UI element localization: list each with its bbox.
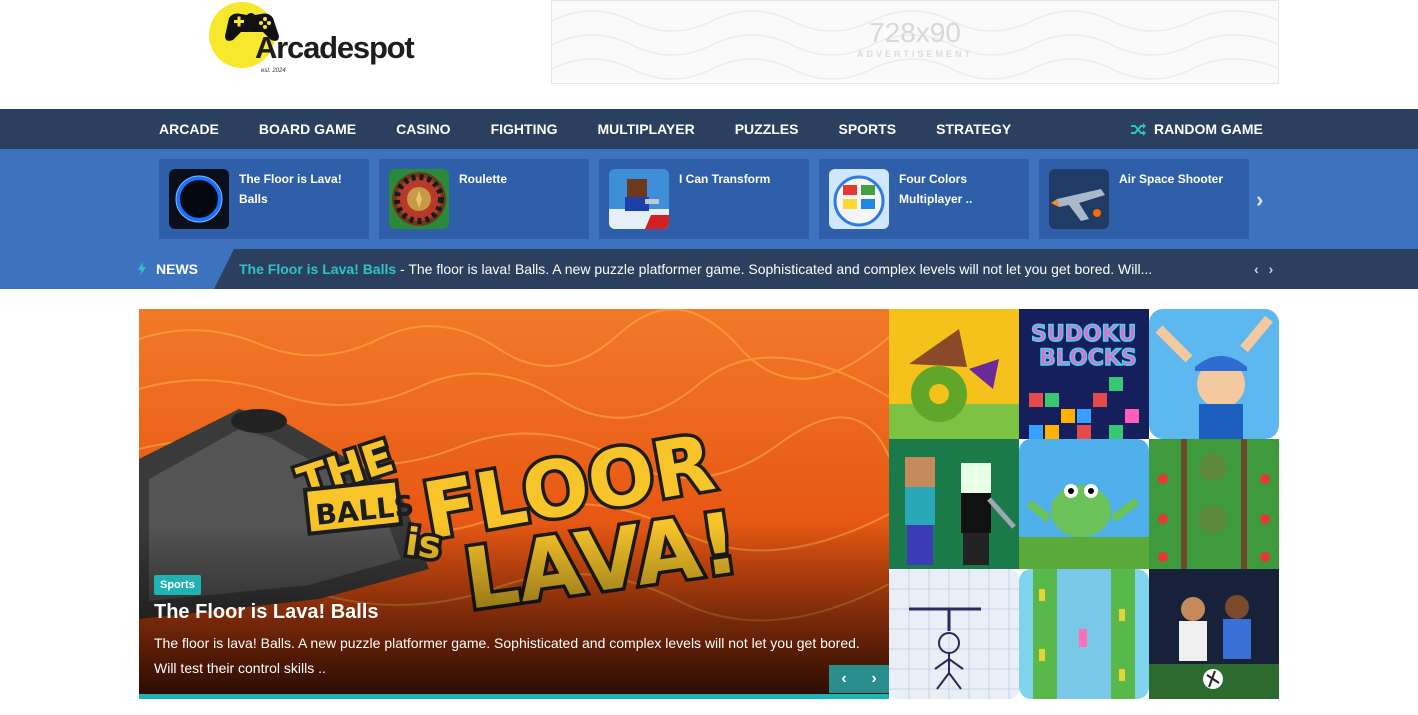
game-tile-painter[interactable] — [1149, 309, 1279, 439]
game-tile-flappy-path[interactable] — [1019, 569, 1149, 699]
featured-card-four-colors[interactable]: Four Colors Multiplayer .. — [819, 159, 1029, 239]
news-ticker: NEWS The Floor is Lava! Balls - The floo… — [0, 249, 1418, 289]
nav-item-multiplayer[interactable]: MULTIPLAYER — [577, 109, 714, 149]
logo-est: est. 2024 — [261, 68, 286, 74]
featured-thumb — [1049, 169, 1109, 229]
hero-category-badge[interactable]: Sports — [154, 575, 201, 595]
featured-title: I Can Transform — [679, 172, 771, 186]
nav-item-strategy[interactable]: STRATEGY — [916, 109, 1031, 149]
game-tile-witch-donut[interactable] — [889, 309, 1019, 439]
ad-size-label: 728x90 — [869, 17, 961, 48]
featured-card-roulette[interactable]: Roulette — [379, 159, 589, 239]
game-tile-noob-hacker[interactable] — [889, 439, 1019, 569]
featured-thumb — [829, 169, 889, 229]
ticker-next-icon[interactable]: › — [1269, 249, 1274, 289]
hero-prev-icon[interactable]: ‹ — [829, 665, 859, 693]
random-game-label: RANDOM GAME — [1154, 121, 1263, 137]
ticker-headline[interactable]: The Floor is Lava! Balls - The floor is … — [239, 249, 1152, 289]
game-tile-hangman[interactable] — [889, 569, 1019, 699]
ticker-label-bg — [0, 249, 234, 289]
hero-slider[interactable]: THE FLOOR is LAVA! BALLS Sports The Floo… — [139, 309, 889, 699]
featured-card-air-space-shooter[interactable]: Air Space Shooter — [1039, 159, 1249, 239]
featured-title: Four Colors Multiplayer .. — [899, 172, 973, 206]
hero-next-icon[interactable]: › — [859, 665, 889, 693]
game-tile-frog-road[interactable] — [1149, 439, 1279, 569]
nav-item-casino[interactable]: CASINO — [376, 109, 470, 149]
logo-text: Arcadespot — [255, 30, 415, 65]
featured-title: Roulette — [459, 172, 507, 186]
random-game-button[interactable]: RANDOM GAME — [1131, 109, 1263, 149]
featured-strip: The Floor is Lava! Balls Roulette I Can … — [0, 149, 1418, 249]
featured-card-i-can-transform[interactable]: I Can Transform — [599, 159, 809, 239]
site-logo[interactable]: Arcadespot est. 2024 — [209, 0, 439, 80]
featured-thumb — [389, 169, 449, 229]
hero-title[interactable]: The Floor is Lava! Balls — [154, 601, 379, 624]
hero-progress-bar — [139, 694, 889, 699]
ticker-body: - The floor is lava! Balls. A new puzzle… — [396, 261, 1153, 277]
nav-item-sports[interactable]: SPORTS — [818, 109, 916, 149]
game-tile-frog-jump[interactable] — [1019, 439, 1149, 569]
featured-thumb — [609, 169, 669, 229]
nav-item-board-game[interactable]: BOARD GAME — [239, 109, 376, 149]
featured-card-floor-lava[interactable]: The Floor is Lava! Balls — [159, 159, 369, 239]
ticker-link[interactable]: The Floor is Lava! Balls — [239, 261, 396, 277]
nav-item-puzzles[interactable]: PUZZLES — [715, 109, 819, 149]
game-grid: SUDOKU BLOCKS — [889, 309, 1279, 699]
hero-description: The floor is lava! Balls. A new puzzle p… — [154, 635, 860, 676]
strip-next-arrow-icon[interactable]: › — [1256, 187, 1263, 213]
hero-nav: ‹ › — [829, 665, 889, 693]
news-label-text: NEWS — [156, 261, 198, 277]
featured-title: Air Space Shooter — [1119, 172, 1224, 186]
featured-thumb — [169, 169, 229, 229]
game-tile-soccer[interactable] — [1149, 569, 1279, 699]
nav-item-fighting[interactable]: FIGHTING — [471, 109, 578, 149]
game-tile-sudoku-blocks[interactable]: SUDOKU BLOCKS — [1019, 309, 1149, 439]
ad-label: ADVERTISEMENT — [856, 49, 973, 59]
shuffle-icon — [1131, 122, 1146, 136]
main-nav: ARCADE BOARD GAME CASINO FIGHTING MULTIP… — [0, 109, 1418, 149]
featured-title: The Floor is Lava! Balls — [239, 172, 342, 206]
news-label: NEWS — [138, 249, 198, 289]
tile-text-sudoku: SUDOKU — [1031, 322, 1136, 347]
nav-item-arcade[interactable]: ARCADE — [139, 109, 239, 149]
ad-banner[interactable]: 728x90 ADVERTISEMENT — [551, 0, 1279, 84]
ticker-arrows: ‹ › — [1254, 249, 1273, 289]
tile-text-blocks: BLOCKS — [1039, 346, 1137, 371]
site-header: Arcadespot est. 2024 728x90 ADVERTISEMEN… — [0, 0, 1418, 109]
bolt-icon — [138, 262, 146, 276]
ticker-prev-icon[interactable]: ‹ — [1254, 249, 1259, 289]
